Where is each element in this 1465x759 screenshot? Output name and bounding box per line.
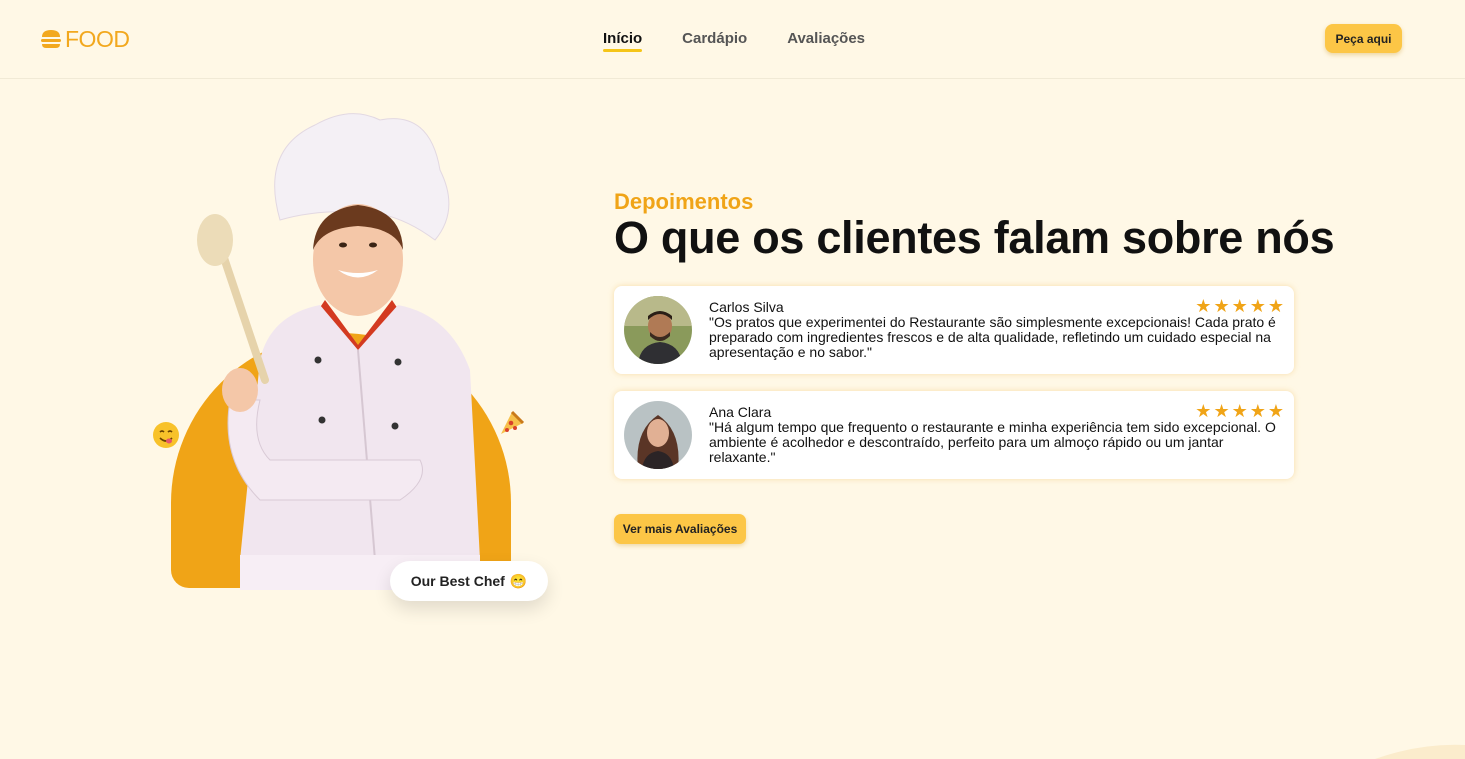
avatar <box>624 401 692 469</box>
review-text: "Há algum tempo que frequento o restaura… <box>709 419 1276 465</box>
logo[interactable]: FOOD <box>40 26 130 52</box>
testimonial-card: Carlos Silva ★ ★ ★ ★ ★ "Os pratos que experi… <box>614 286 1294 374</box>
nav-link-avaliacoes[interactable]: Avaliações <box>787 30 865 47</box>
burger-icon <box>41 30 61 48</box>
main-nav: Início Cardápio Avaliações <box>603 30 865 52</box>
star-icon: ★ <box>1195 296 1212 316</box>
best-chef-badge: Our Best Chef 😁 <box>390 561 548 601</box>
reviewer-name: Carlos Silva <box>709 299 784 315</box>
review-text: "Os pratos que experimentei do Restauran… <box>709 314 1276 360</box>
yum-emoji-icon <box>153 422 179 448</box>
star-icon: ★ <box>1249 296 1266 316</box>
avatar <box>624 296 692 364</box>
star-icon: ★ <box>1195 401 1212 421</box>
star-icon: ★ <box>1231 401 1248 421</box>
testimonial-card: Ana Clara ★ ★ ★ ★ ★ "Há algum tempo que freq… <box>614 391 1294 479</box>
star-icon: ★ <box>1213 401 1230 421</box>
star-icon: ★ <box>1231 296 1248 316</box>
star-icon: ★ <box>1267 296 1284 316</box>
decorative-corner-shape <box>1375 744 1465 759</box>
more-reviews-button[interactable]: Ver mais Avaliações <box>614 514 746 544</box>
pizza-slice-icon <box>501 410 525 434</box>
nav-link-inicio[interactable]: Início <box>603 30 643 52</box>
star-icon: ★ <box>1267 401 1284 421</box>
nav-link-cardapio[interactable]: Cardápio <box>682 30 747 47</box>
star-icon: ★ <box>1213 296 1230 316</box>
star-rating: ★ ★ ★ ★ ★ <box>1195 402 1284 420</box>
best-chef-label: Our Best Chef <box>410 573 505 589</box>
chef-illustration <box>197 113 480 590</box>
star-rating: ★ ★ ★ ★ ★ <box>1195 297 1284 315</box>
star-icon: ★ <box>1249 401 1266 421</box>
grin-emoji-icon: 😁 <box>509 572 528 589</box>
reviewer-name: Ana Clara <box>709 404 772 420</box>
logo-text: FOOD <box>65 26 130 52</box>
site-header: FOOD Início Cardápio Avaliações Peça aqu… <box>0 0 1465 79</box>
order-button[interactable]: Peça aqui <box>1325 24 1402 53</box>
section-title: O que os clientes falam sobre nós <box>614 212 1335 263</box>
chef-hero: Our Best Chef 😁 <box>140 100 580 640</box>
